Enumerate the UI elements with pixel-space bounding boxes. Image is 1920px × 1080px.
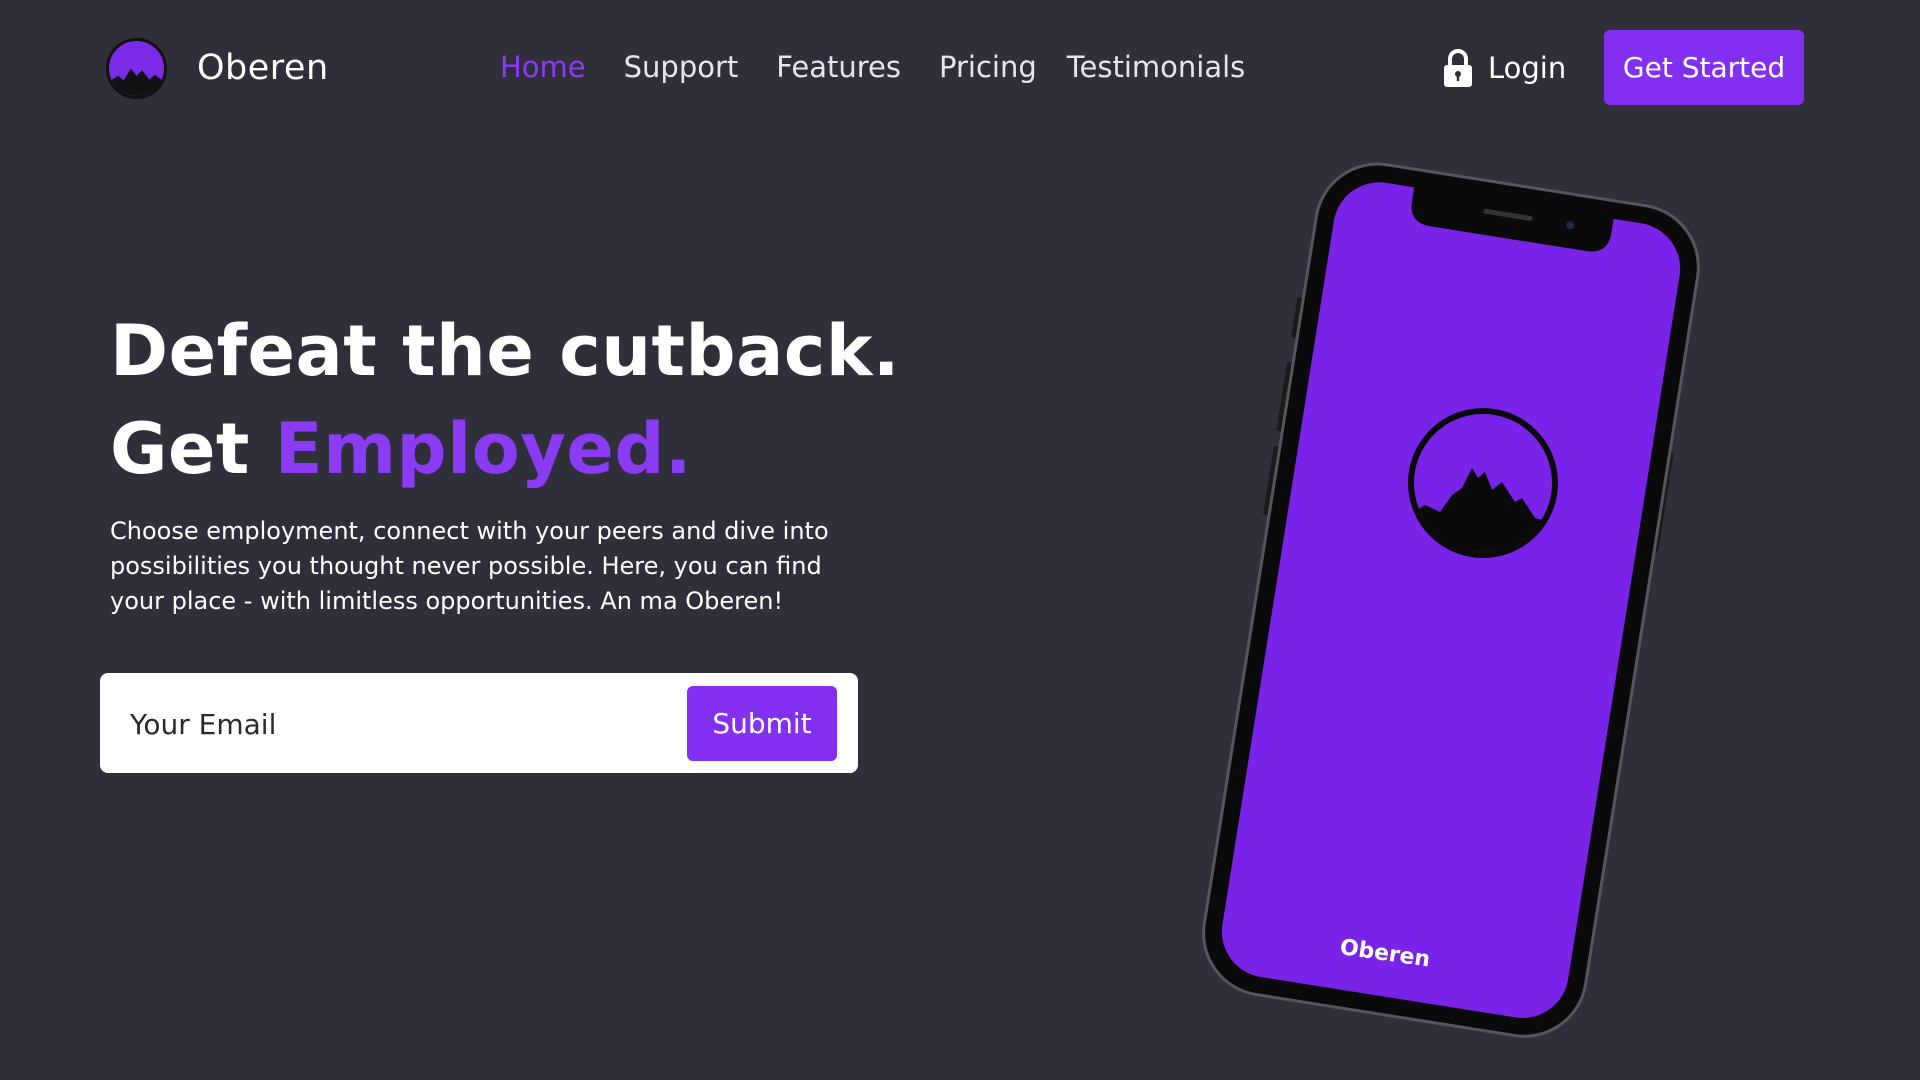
headline-line-2-prefix: Get bbox=[110, 408, 275, 490]
hero-description: Choose employment, connect with your pee… bbox=[110, 517, 829, 615]
top-navbar: Oberen Home Support Features Pricing Tes… bbox=[0, 0, 1920, 140]
brand[interactable]: Oberen bbox=[106, 36, 329, 100]
phone-illustration bbox=[1202, 162, 1700, 1038]
nav-link-testimonials[interactable]: Testimonials bbox=[1067, 50, 1246, 84]
main-nav: Home Support Features Pricing Testimonia… bbox=[500, 50, 1283, 84]
login-link[interactable]: Login bbox=[1442, 48, 1566, 88]
phone-mockup bbox=[1200, 150, 1700, 1050]
get-started-button[interactable]: Get Started bbox=[1604, 30, 1804, 105]
brand-name: Oberen bbox=[197, 48, 329, 88]
hero-headline: Defeat the cutback. Get Employed. bbox=[110, 302, 900, 498]
email-input[interactable] bbox=[128, 693, 752, 755]
mountain-logo-icon bbox=[106, 37, 167, 99]
nav-link-pricing[interactable]: Pricing bbox=[939, 50, 1037, 84]
nav-link-features[interactable]: Features bbox=[776, 50, 901, 84]
nav-link-home[interactable]: Home bbox=[500, 50, 586, 84]
headline-line-1: Defeat the cutback. bbox=[110, 310, 900, 392]
nav-link-support[interactable]: Support bbox=[624, 50, 739, 84]
headline-line-2-accent: Employed. bbox=[274, 408, 693, 490]
submit-button[interactable]: Submit bbox=[687, 686, 837, 761]
email-signup-form: Submit bbox=[100, 673, 858, 773]
lock-icon bbox=[1444, 49, 1472, 87]
login-label: Login bbox=[1488, 51, 1567, 85]
